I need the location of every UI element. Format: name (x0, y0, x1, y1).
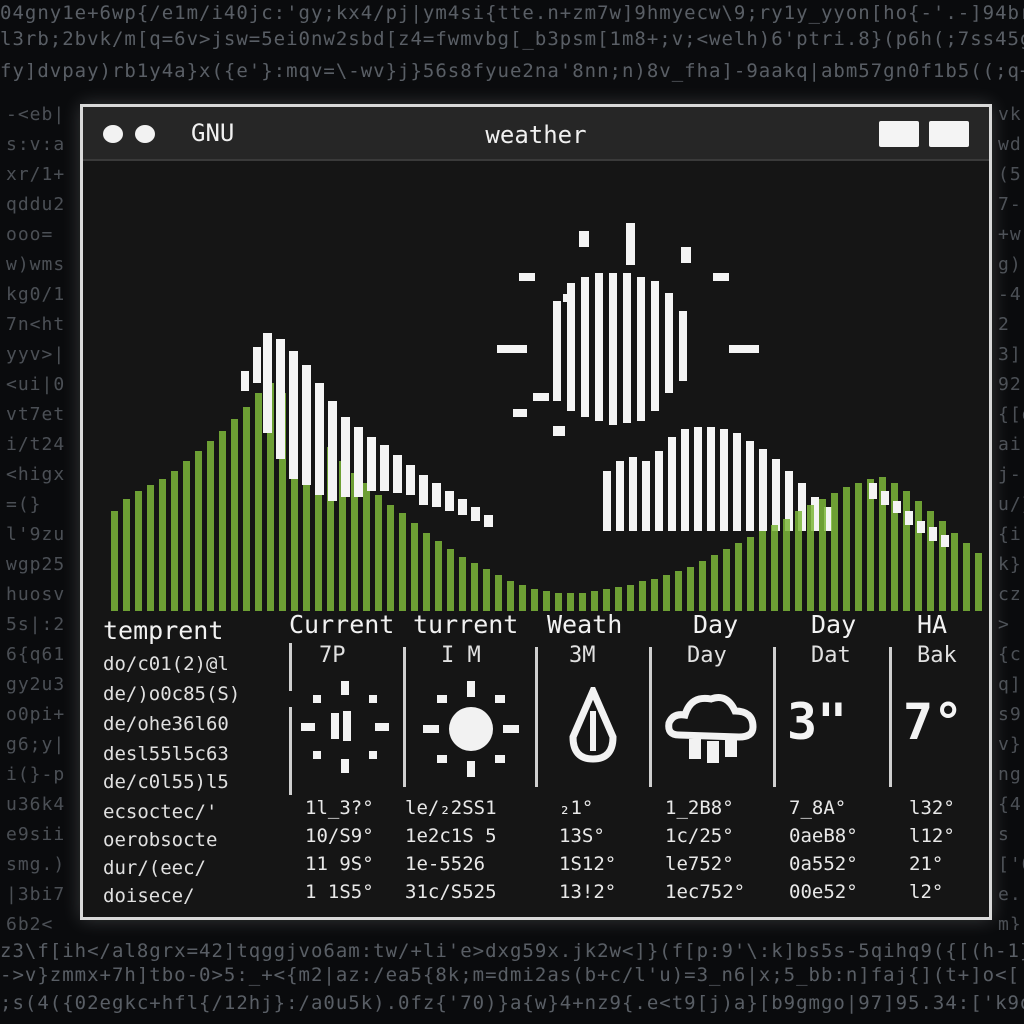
column-subheader: 7P (319, 643, 346, 668)
column-divider (403, 647, 406, 787)
mountain-icon (111, 383, 982, 611)
window-title: weather (485, 121, 587, 149)
table-cell: 00e52° (789, 881, 858, 903)
table-cell: 0aeB8° (789, 825, 858, 847)
column-header: Day (693, 610, 739, 639)
table-cell: 1e-5526 (405, 853, 486, 875)
title-bar[interactable]: GNU weather (83, 107, 989, 161)
left-label: de/ohe36l60 (103, 713, 229, 735)
column-subheader: Bak (917, 643, 957, 668)
sun-bars (553, 273, 687, 425)
table-cell: l32° (909, 797, 955, 819)
table-cell: 7_8A° (789, 797, 847, 819)
storm-cloud-icon (665, 694, 757, 763)
table-cell: 1ec752° (665, 881, 746, 903)
column-subheader: Day (687, 643, 727, 668)
column-subheader: 3M (569, 643, 596, 668)
table-cell: 1 1S5° (305, 881, 374, 903)
column-header: Weath (547, 610, 623, 639)
table-cell: l2° (909, 881, 944, 903)
column-divider (649, 647, 652, 787)
background-text: z3\f[ih</al8grx=42]tqggjvo6am:tw/+li'e>d… (0, 940, 1024, 962)
left-label: oerobsocte (103, 829, 218, 851)
terminal-window: GNU weather temprent Current turrent Wea… (80, 104, 992, 920)
table-cell: 11 9S° (305, 853, 374, 875)
sun-icon (301, 681, 389, 773)
column-divider (773, 647, 776, 787)
left-label: de/c0l55)l5 (103, 771, 229, 793)
table-cell: 0a552° (789, 853, 858, 875)
column-header: turrent (413, 610, 519, 639)
table-cell: 13S° (559, 825, 605, 847)
left-label: desl55l5c63 (103, 743, 229, 765)
left-label: doisece/ (103, 885, 195, 907)
temperature-value: 7° (903, 693, 964, 751)
table-cell: ₂1° (559, 797, 594, 819)
sun-icon (423, 681, 519, 777)
background-text: fy]dvpay)rb1y4a}x({e'}:mqv=\-wv}j}56s8fy… (0, 60, 1024, 82)
raindrop-icon (569, 687, 617, 763)
table-cell: 21° (909, 853, 944, 875)
background-text: l3rb;2bvk/m[q=6v>jsw=5ei0nw2sbd[z4=fwmvb… (0, 28, 1024, 50)
table-cell: le/₂2SS1 (405, 797, 497, 819)
column-divider (889, 647, 892, 787)
row-label: temprent (103, 616, 224, 645)
table-cell: le752° (665, 853, 734, 875)
left-label: ecsoctec/' (103, 801, 218, 823)
column-header: Day (811, 610, 857, 639)
left-label: de/)o0c85(S) (103, 683, 241, 705)
background-text: vkwd(57-+wg).-423]92{[oaij-u/}{ik}cz>{cq… (998, 104, 1024, 930)
left-label: do/c01(2)@l (103, 653, 229, 675)
table-cell: 1S12° (559, 853, 617, 875)
minimize-button[interactable] (879, 121, 919, 147)
background-text: ;s(4({02egkc+hfl{/12hj}:/a0u5k).0fz{'70)… (0, 992, 1024, 1014)
background-text: -<eb|s:v:axr/1+qddu2ooo=w)wmskg0/17n<hty… (6, 104, 66, 930)
table-cell: 1_2B8° (665, 797, 734, 819)
background-text: ->v}zmmx+7h]tbo-0>5:_+<{m2|az:/ea5{8k;m=… (0, 964, 1024, 986)
column-header: Current (289, 610, 395, 639)
table-cell: 31c/S525 (405, 881, 497, 903)
column-subheader: I M (441, 643, 481, 668)
table-cell: 10/S9° (305, 825, 374, 847)
column-divider (289, 707, 292, 795)
weather-scene (111, 223, 982, 611)
table-cell: 1c/25° (665, 825, 734, 847)
sun-icon (497, 223, 759, 436)
column-subheader: Dat (811, 643, 851, 668)
table-cell: 1e2c1S 5 (405, 825, 497, 847)
background-text: 04gny1e+6wp{/e1m/i40jc:'gy;kx4/pj|ym4si{… (0, 2, 1024, 24)
column-header: HA (917, 610, 948, 639)
column-divider (289, 643, 292, 691)
table-cell: 13!2° (559, 881, 617, 903)
table-cell: l12° (909, 825, 955, 847)
table-cell: 1l_3?° (305, 797, 374, 819)
left-label: dur/(eec/ (103, 857, 206, 879)
column-divider (535, 647, 538, 787)
maximize-button[interactable] (929, 121, 969, 147)
temperature-value: 3" (787, 693, 848, 751)
